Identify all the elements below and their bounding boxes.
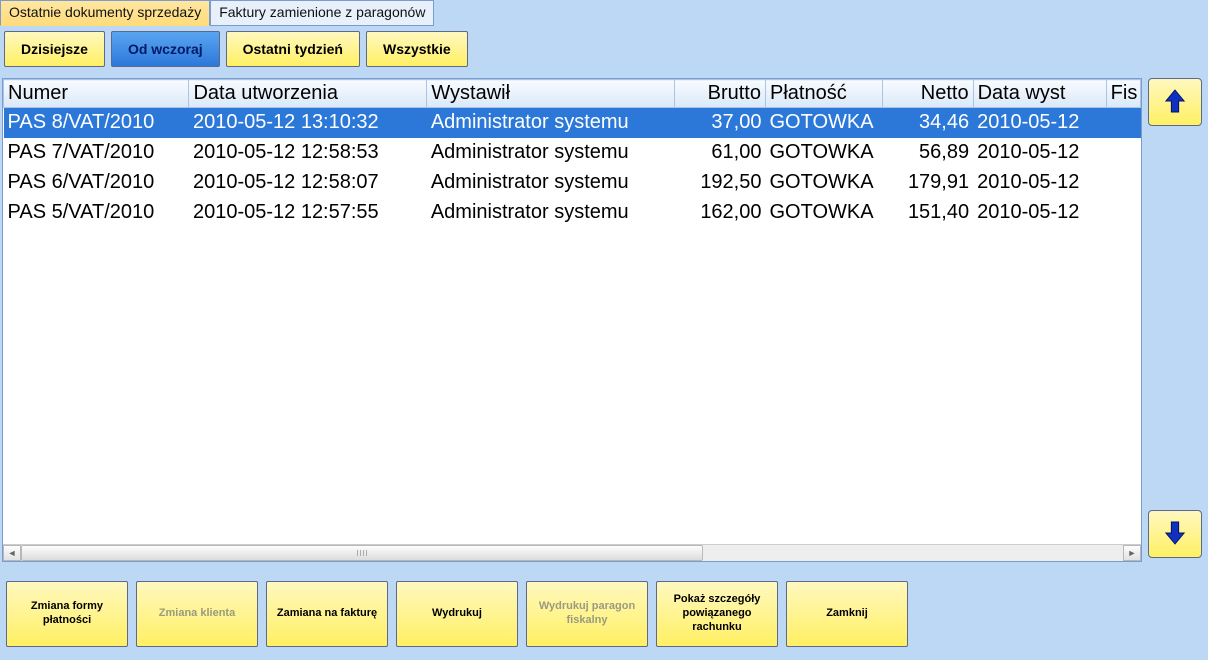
- filter-since-yesterday-button[interactable]: Od wczoraj: [111, 31, 220, 67]
- col-header-issue-date[interactable]: Data wyst: [973, 80, 1106, 108]
- cell-created-date: 2010-05-12 13:10:32: [189, 108, 427, 138]
- table-row[interactable]: PAS 6/VAT/20102010-05-12 12:58:07Adminis…: [4, 168, 1141, 198]
- scroll-down-button[interactable]: [1148, 510, 1202, 558]
- col-header-net[interactable]: Netto: [882, 80, 973, 108]
- filter-today-button[interactable]: Dzisiejsze: [4, 31, 105, 67]
- hscroll-track[interactable]: [21, 545, 1123, 561]
- change-payment-button[interactable]: Zmiana formy płatności: [6, 581, 128, 647]
- cell-issue-date: 2010-05-12: [973, 198, 1106, 228]
- col-header-issued-by[interactable]: Wystawił: [427, 80, 675, 108]
- print-fiscal-receipt-button[interactable]: Wydrukuj paragon fiskalny: [526, 581, 648, 647]
- cell-issue-date: 2010-05-12: [973, 108, 1106, 138]
- cell-created-date: 2010-05-12 12:57:55: [189, 198, 427, 228]
- arrow-up-icon: [1164, 88, 1186, 117]
- cell-payment: GOTOWKA: [765, 108, 882, 138]
- cell-payment: GOTOWKA: [765, 198, 882, 228]
- cell-net: 179,91: [882, 168, 973, 198]
- print-button[interactable]: Wydrukuj: [396, 581, 518, 647]
- filter-last-week-button[interactable]: Ostatni tydzień: [226, 31, 360, 67]
- show-related-bill-button[interactable]: Pokaż szczegóły powiązanego rachunku: [656, 581, 778, 647]
- cell-payment: GOTOWKA: [765, 168, 882, 198]
- cell-net: 34,46: [882, 108, 973, 138]
- filter-all-button[interactable]: Wszystkie: [366, 31, 468, 67]
- cell-issued-by: Administrator systemu: [427, 138, 675, 168]
- cell-fiscal: [1106, 108, 1140, 138]
- table-container: Numer Data utworzenia Wystawił Brutto Pł…: [2, 78, 1142, 562]
- col-header-number[interactable]: Numer: [4, 80, 189, 108]
- bottom-action-bar: Zmiana formy płatności Zmiana klienta Za…: [0, 568, 1208, 660]
- close-button[interactable]: Zamknij: [786, 581, 908, 647]
- cell-net: 151,40: [882, 198, 973, 228]
- cell-number: PAS 5/VAT/2010: [4, 198, 189, 228]
- cell-fiscal: [1106, 168, 1140, 198]
- cell-created-date: 2010-05-12 12:58:07: [189, 168, 427, 198]
- table-row[interactable]: PAS 8/VAT/20102010-05-12 13:10:32Adminis…: [4, 108, 1141, 138]
- change-client-button[interactable]: Zmiana klienta: [136, 581, 258, 647]
- cell-fiscal: [1106, 138, 1140, 168]
- cell-number: PAS 6/VAT/2010: [4, 168, 189, 198]
- side-nav-buttons: [1148, 72, 1208, 568]
- documents-table[interactable]: Numer Data utworzenia Wystawił Brutto Pł…: [3, 79, 1141, 228]
- col-header-created-date[interactable]: Data utworzenia: [189, 80, 427, 108]
- col-header-payment[interactable]: Płatność: [765, 80, 882, 108]
- cell-created-date: 2010-05-12 12:58:53: [189, 138, 427, 168]
- cell-issue-date: 2010-05-12: [973, 138, 1106, 168]
- table-header-row: Numer Data utworzenia Wystawił Brutto Pł…: [4, 80, 1141, 108]
- cell-issued-by: Administrator systemu: [427, 108, 675, 138]
- table-row[interactable]: PAS 5/VAT/20102010-05-12 12:57:55Adminis…: [4, 198, 1141, 228]
- cell-issued-by: Administrator systemu: [427, 198, 675, 228]
- convert-to-invoice-button[interactable]: Zamiana na fakturę: [266, 581, 388, 647]
- horizontal-scrollbar[interactable]: ◄ ►: [3, 544, 1141, 561]
- col-header-gross[interactable]: Brutto: [675, 80, 766, 108]
- table-row[interactable]: PAS 7/VAT/20102010-05-12 12:58:53Adminis…: [4, 138, 1141, 168]
- cell-issued-by: Administrator systemu: [427, 168, 675, 198]
- cell-payment: GOTOWKA: [765, 138, 882, 168]
- cell-number: PAS 7/VAT/2010: [4, 138, 189, 168]
- cell-gross: 37,00: [675, 108, 766, 138]
- cell-fiscal: [1106, 198, 1140, 228]
- cell-net: 56,89: [882, 138, 973, 168]
- cell-gross: 61,00: [675, 138, 766, 168]
- filter-bar: Dzisiejsze Od wczoraj Ostatni tydzień Ws…: [0, 26, 1208, 72]
- col-header-fiscal[interactable]: Fis: [1106, 80, 1140, 108]
- tab-recent-sales-docs[interactable]: Ostatnie dokumenty sprzedaży: [0, 0, 210, 26]
- cell-gross: 162,00: [675, 198, 766, 228]
- hscroll-right-button[interactable]: ►: [1123, 545, 1141, 561]
- arrow-down-icon: [1164, 520, 1186, 549]
- cell-issue-date: 2010-05-12: [973, 168, 1106, 198]
- tab-invoices-from-receipts[interactable]: Faktury zamienione z paragonów: [210, 0, 434, 26]
- scroll-up-button[interactable]: [1148, 78, 1202, 126]
- cell-number: PAS 8/VAT/2010: [4, 108, 189, 138]
- tabs-bar: Ostatnie dokumenty sprzedaży Faktury zam…: [0, 0, 1208, 26]
- hscroll-thumb[interactable]: [21, 545, 703, 561]
- cell-gross: 192,50: [675, 168, 766, 198]
- hscroll-left-button[interactable]: ◄: [3, 545, 21, 561]
